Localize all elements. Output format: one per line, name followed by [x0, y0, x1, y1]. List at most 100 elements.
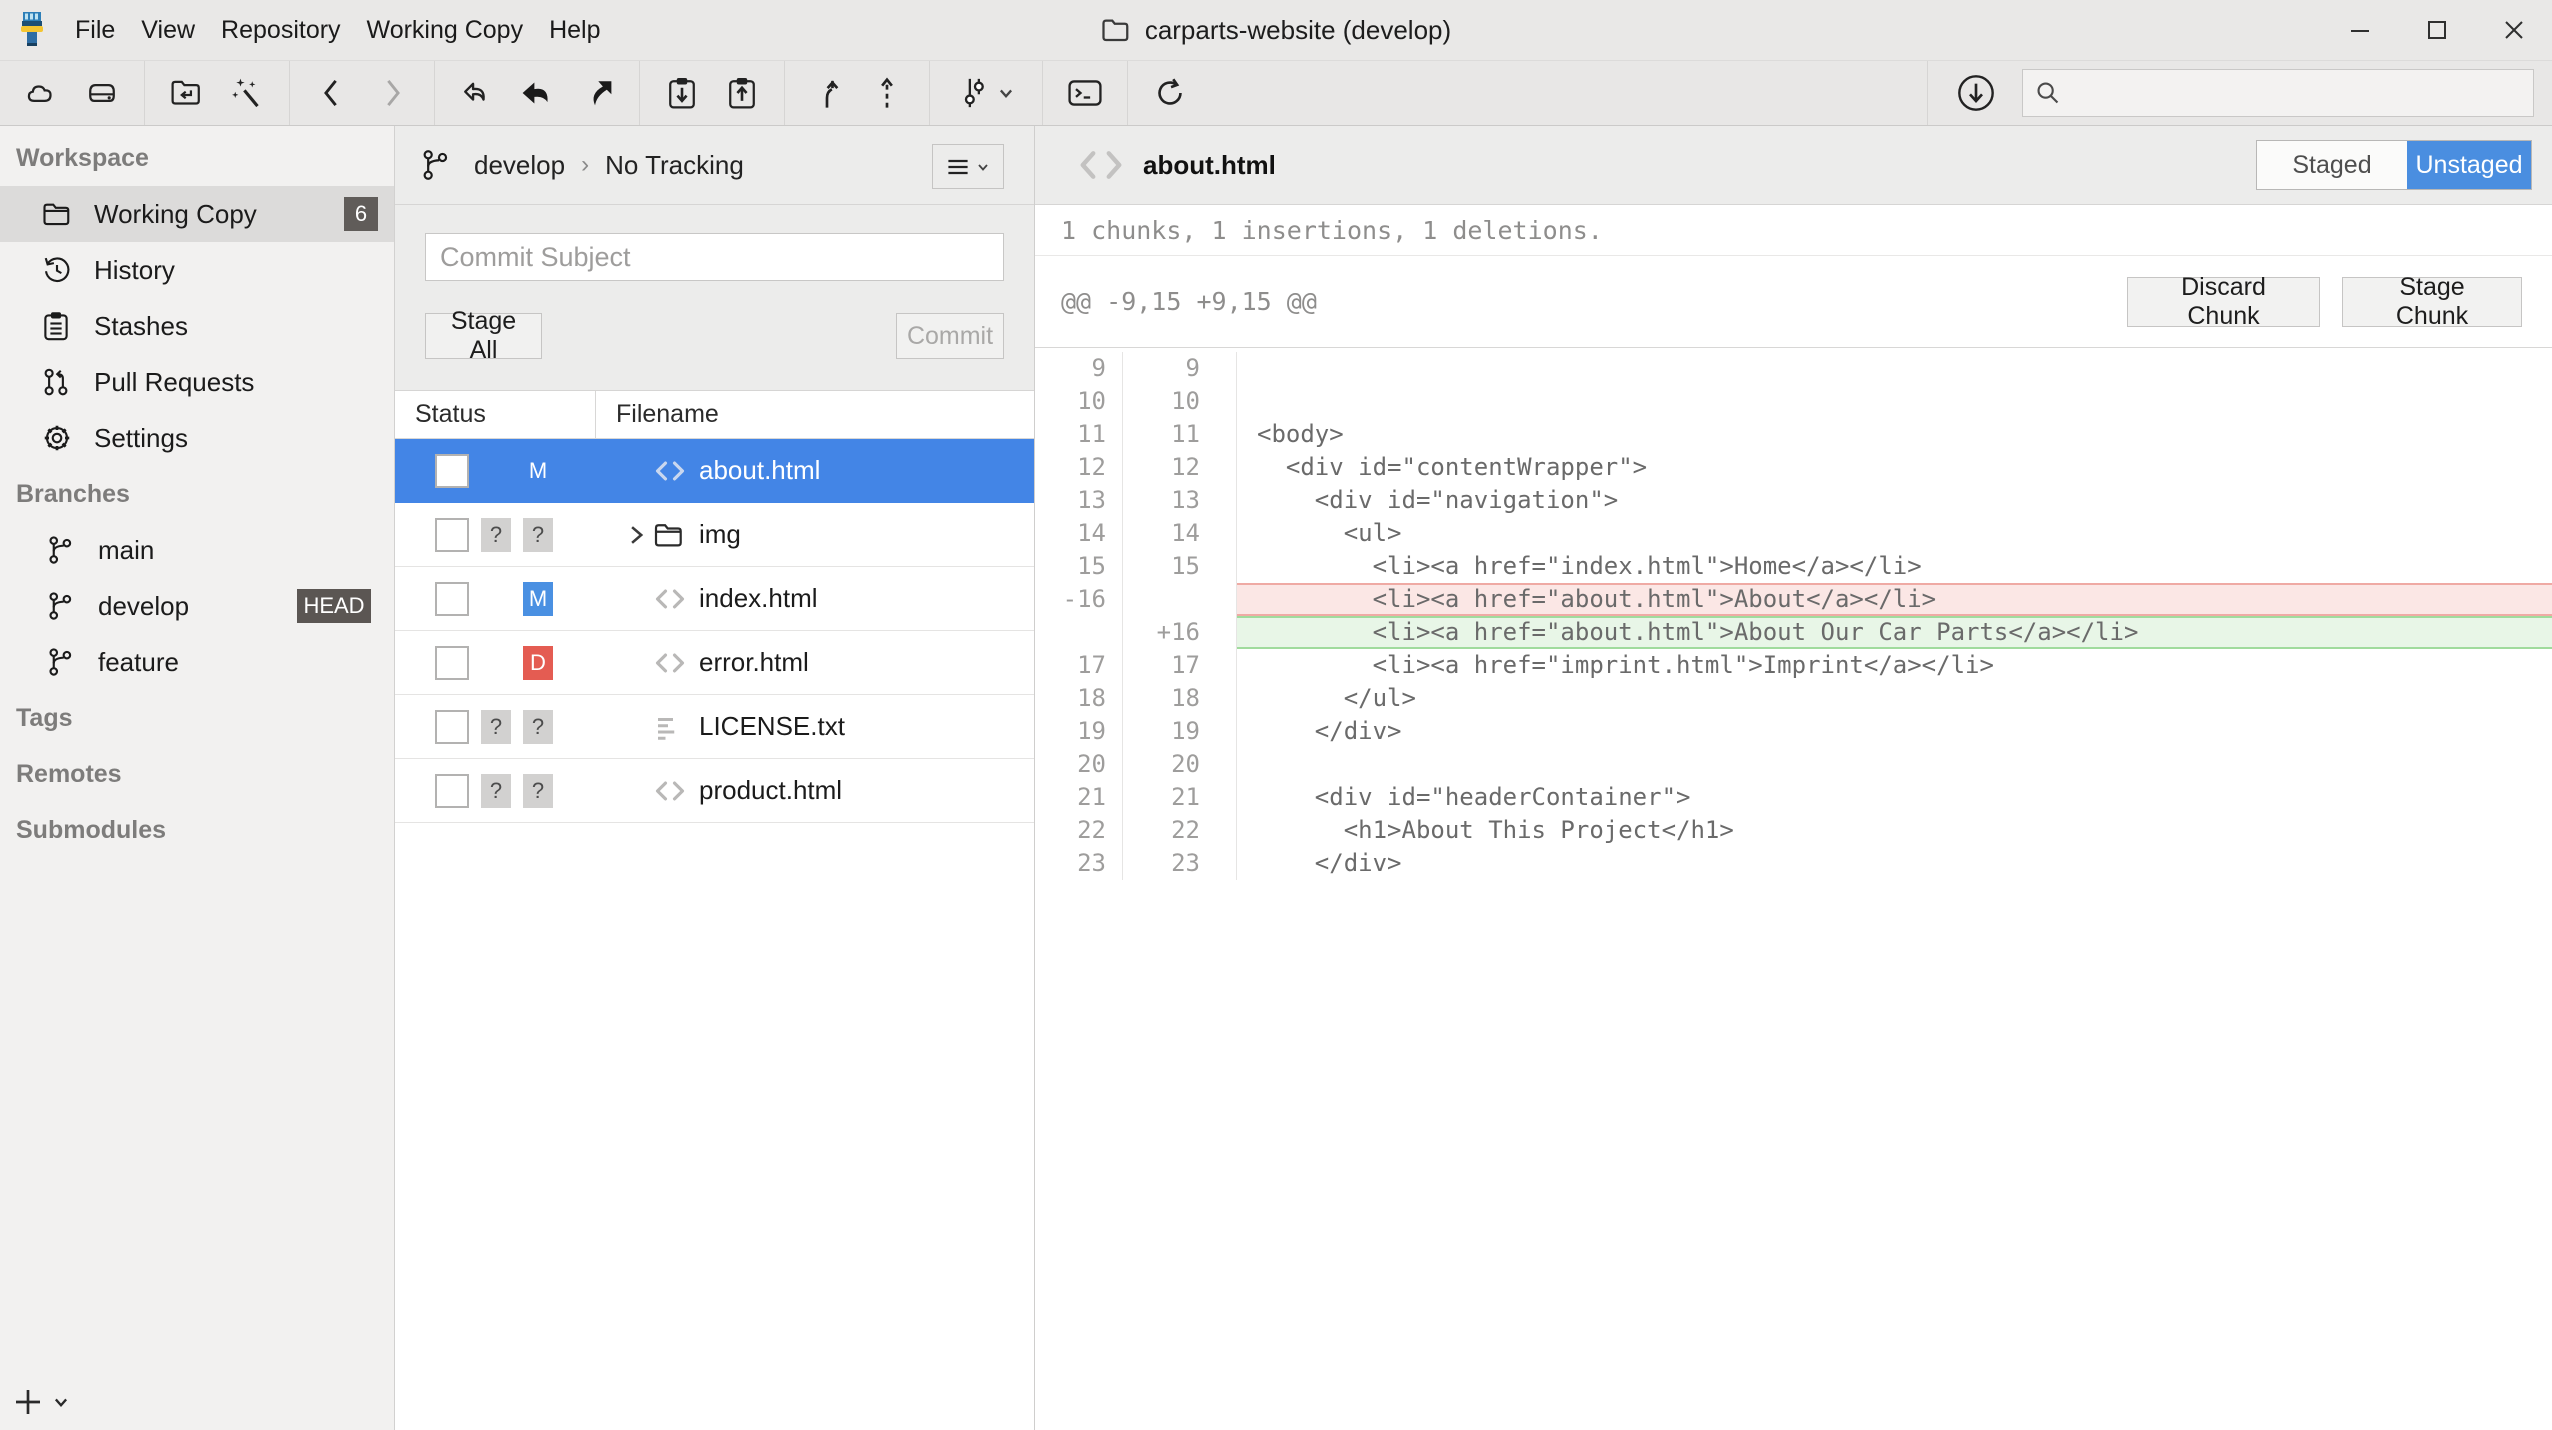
stash-save-icon[interactable]: [657, 69, 707, 117]
new-line-number: 20: [1123, 748, 1237, 781]
branch-options-button[interactable]: [932, 144, 1004, 189]
tracking-status[interactable]: No Tracking: [605, 150, 744, 181]
commit-subject-input[interactable]: [425, 233, 1004, 281]
diff-line[interactable]: -16 <li><a href="about.html">About</a></…: [1035, 583, 2552, 616]
search-box[interactable]: [2022, 69, 2534, 117]
branches-menu-icon[interactable]: [947, 69, 1025, 117]
toolbar-group-stash: [640, 61, 785, 125]
stage-checkbox[interactable]: [435, 710, 469, 744]
column-status[interactable]: Status: [395, 391, 596, 438]
stash-pop-icon[interactable]: [717, 69, 767, 117]
diff-line-text: <div id="navigation">: [1237, 484, 2552, 517]
sidebar-item-label: Settings: [94, 423, 188, 454]
discard-chunk-button[interactable]: Discard Chunk: [2127, 277, 2320, 327]
diff-line[interactable]: 19 19 </div>: [1035, 715, 2552, 748]
chevron-right-icon: ›: [581, 151, 589, 179]
expander: [625, 522, 653, 548]
section-tags[interactable]: Tags: [0, 690, 394, 746]
new-line-number: 19: [1123, 715, 1237, 748]
sidebar-branch-main[interactable]: main: [0, 522, 394, 578]
diff-line-text: [1237, 748, 2552, 781]
section-submodules[interactable]: Submodules: [0, 802, 394, 858]
push-icon[interactable]: [572, 69, 622, 117]
diff-line[interactable]: 18 18 </ul>: [1035, 682, 2552, 715]
open-repository-icon[interactable]: [162, 69, 212, 117]
stage-checkbox[interactable]: [435, 518, 469, 552]
rebase-icon[interactable]: [862, 69, 912, 117]
diff-line[interactable]: 15 15 <li><a href="index.html">Home</a><…: [1035, 550, 2552, 583]
search-input[interactable]: [2061, 79, 2533, 107]
magic-wand-icon[interactable]: [222, 69, 272, 117]
close-button[interactable]: [2475, 0, 2552, 60]
breadcrumb: develop › No Tracking: [474, 150, 744, 181]
status-badge-unstaged: M: [523, 582, 553, 616]
diff-line[interactable]: 10 10: [1035, 385, 2552, 418]
minimize-button[interactable]: [2321, 0, 2398, 60]
diff-line[interactable]: +16 <li><a href="about.html">About Our C…: [1035, 616, 2552, 649]
stage-chunk-button[interactable]: Stage Chunk: [2342, 277, 2522, 327]
section-remotes[interactable]: Remotes: [0, 746, 394, 802]
pull-icon[interactable]: [512, 69, 562, 117]
diff-line[interactable]: 21 21 <div id="headerContainer">: [1035, 781, 2552, 814]
menu-file[interactable]: File: [62, 0, 128, 60]
tab-staged[interactable]: Staged: [2257, 141, 2407, 189]
sidebar-item-settings[interactable]: Settings: [0, 410, 394, 466]
chevron-down-icon: [52, 1393, 70, 1411]
diff-line[interactable]: 22 22 <h1>About This Project</h1>: [1035, 814, 2552, 847]
commit-button[interactable]: Commit: [896, 313, 1004, 359]
table-row[interactable]: D error.html: [395, 631, 1034, 695]
stage-checkbox[interactable]: [435, 454, 469, 488]
maximize-button[interactable]: [2398, 0, 2475, 60]
old-line-number: 13: [1035, 484, 1123, 517]
menu-repository[interactable]: Repository: [208, 0, 354, 60]
diff-line-text: <div id="headerContainer">: [1237, 781, 2552, 814]
old-line-number: 18: [1035, 682, 1123, 715]
stage-checkbox[interactable]: [435, 646, 469, 680]
updates-icon[interactable]: [1951, 69, 2001, 117]
diff-line[interactable]: 9 9: [1035, 352, 2552, 385]
terminal-icon[interactable]: [1060, 69, 1110, 117]
sidebar-item-stashes[interactable]: Stashes: [0, 298, 394, 354]
diff-line[interactable]: 23 23 </div>: [1035, 847, 2552, 880]
add-repository-button[interactable]: [12, 1386, 70, 1418]
diff-line[interactable]: 12 12 <div id="contentWrapper">: [1035, 451, 2552, 484]
diff-line[interactable]: 14 14 <ul>: [1035, 517, 2552, 550]
diff-line-text: </div>: [1237, 847, 2552, 880]
sidebar-branch-feature[interactable]: feature: [0, 634, 394, 690]
menu-working-copy[interactable]: Working Copy: [354, 0, 537, 60]
merge-icon[interactable]: [802, 69, 852, 117]
table-row[interactable]: M index.html: [395, 567, 1034, 631]
sidebar-branch-develop[interactable]: develop HEAD: [0, 578, 394, 634]
table-row[interactable]: ? ? LICENSE.txt: [395, 695, 1034, 759]
fetch-icon[interactable]: [452, 69, 502, 117]
diff-line[interactable]: 11 11 <body>: [1035, 418, 2552, 451]
menu-view[interactable]: View: [128, 0, 208, 60]
diff-line[interactable]: 13 13 <div id="navigation">: [1035, 484, 2552, 517]
sidebar-item-working-copy[interactable]: Working Copy 6: [0, 186, 394, 242]
stage-checkbox[interactable]: [435, 582, 469, 616]
menu-help[interactable]: Help: [536, 0, 613, 60]
stage-all-button[interactable]: Stage All: [425, 313, 542, 359]
diff-line[interactable]: 20 20: [1035, 748, 2552, 781]
cloud-icon[interactable]: [17, 69, 67, 117]
old-line-number: [1035, 616, 1123, 649]
current-branch[interactable]: develop: [474, 150, 565, 181]
folder-icon: [1101, 17, 1131, 43]
column-filename[interactable]: Filename: [596, 391, 1034, 438]
stage-checkbox[interactable]: [435, 774, 469, 808]
refresh-icon[interactable]: [1145, 69, 1195, 117]
back-icon[interactable]: [307, 69, 357, 117]
toolbar-group-remote: [0, 61, 145, 125]
hamburger-icon: [946, 157, 970, 177]
forward-icon[interactable]: [367, 69, 417, 117]
app-window: File View Repository Working Copy Help c…: [0, 0, 2552, 1430]
sidebar-item-history[interactable]: History: [0, 242, 394, 298]
diff-line[interactable]: 17 17 <li><a href="imprint.html">Imprint…: [1035, 649, 2552, 682]
sidebar-item-pull-requests[interactable]: Pull Requests: [0, 354, 394, 410]
local-drive-icon[interactable]: [77, 69, 127, 117]
table-row[interactable]: M about.html: [395, 439, 1034, 503]
file-table-header: Status Filename: [395, 391, 1034, 439]
table-row[interactable]: ? ? img: [395, 503, 1034, 567]
table-row[interactable]: ? ? product.html: [395, 759, 1034, 823]
tab-unstaged[interactable]: Unstaged: [2407, 141, 2531, 189]
